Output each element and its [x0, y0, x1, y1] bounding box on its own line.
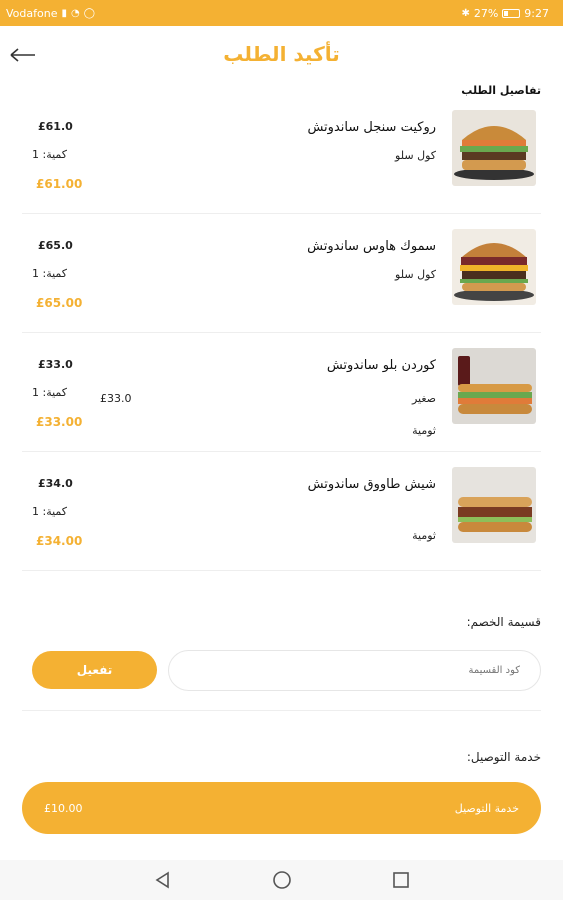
order-item: شيش طاووق ساندوتش ثومية £34.0 كمية: 1 £3… [22, 453, 541, 571]
wifi-icon: ◔ [70, 7, 80, 19]
nav-back-icon[interactable] [151, 868, 175, 892]
item-unit-price: £65.0 [38, 239, 73, 252]
sandwich-image [452, 467, 536, 543]
delivery-service-button[interactable]: £10.00 خدمة التوصيل [22, 782, 541, 834]
whatsapp-icon: ◯ [83, 7, 95, 19]
nav-recents-icon[interactable] [389, 868, 413, 892]
item-total: £34.00 [36, 534, 83, 548]
nav-home-icon[interactable] [270, 868, 294, 892]
burger-image [452, 229, 536, 305]
item-name: كوردن بلو ساندوتش [326, 358, 436, 373]
app-header: تأكيد الطلب [0, 26, 563, 84]
coupon-field[interactable] [168, 650, 541, 691]
item-quantity: كمية: 1 [32, 386, 68, 399]
order-item: سموك هاوس ساندوتش كول سلو £65.0 كمية: 1 … [22, 215, 541, 333]
item-quantity: كمية: 1 [32, 505, 68, 518]
burger-image [452, 110, 536, 186]
page-title: تأكيد الطلب [223, 42, 340, 66]
item-option: صغير [411, 392, 436, 405]
carrier-name: Vodafone [6, 6, 58, 20]
item-name: سموك هاوس ساندوتش [307, 239, 436, 254]
sandwich-image [452, 348, 536, 424]
item-unit-price: £33.0 [38, 358, 73, 371]
item-unit-price: £61.0 [38, 120, 73, 133]
item-option: ثومية [412, 424, 436, 437]
item-quantity: كمية: 1 [32, 148, 68, 161]
item-total: £61.00 [36, 177, 83, 191]
battery-percent: 27% [473, 6, 499, 20]
signal-icon: ▮ [61, 7, 67, 19]
item-name: شيش طاووق ساندوتش [307, 477, 436, 492]
coupon-label: قسيمة الخصم: [466, 615, 541, 629]
item-total: £65.00 [36, 296, 83, 310]
item-option-price: £33.0 [100, 392, 132, 405]
item-total: £33.00 [36, 415, 83, 429]
battery-icon [502, 8, 521, 18]
clock: 9:27 [524, 6, 549, 20]
item-unit-price: £34.0 [38, 477, 73, 490]
item-option: كول سلو [395, 268, 436, 281]
apply-coupon-button[interactable]: تفعيل [32, 651, 157, 689]
delivery-service-label: خدمة التوصيل [454, 801, 519, 815]
delivery-price: £10.00 [44, 801, 83, 815]
system-nav-bar [0, 860, 563, 900]
coupon-input[interactable] [189, 665, 520, 676]
item-option: كول سلو [395, 149, 436, 162]
delivery-label: خدمة التوصيل: [466, 750, 541, 764]
item-name: روكيت سنجل ساندوتش [307, 120, 436, 135]
bluetooth-icon: ✱ [461, 7, 470, 19]
status-bar: Vodafone ▮ ◔ ◯ ✱ 27% 9:27 [0, 0, 563, 26]
divider [22, 710, 541, 711]
order-item: كوردن بلو ساندوتش صغير £33.0 ثومية £33.0… [22, 334, 541, 452]
item-quantity: كمية: 1 [32, 267, 68, 280]
item-option: ثومية [412, 529, 436, 542]
order-item: روكيت سنجل ساندوتش كول سلو £61.0 كمية: 1… [22, 96, 541, 214]
